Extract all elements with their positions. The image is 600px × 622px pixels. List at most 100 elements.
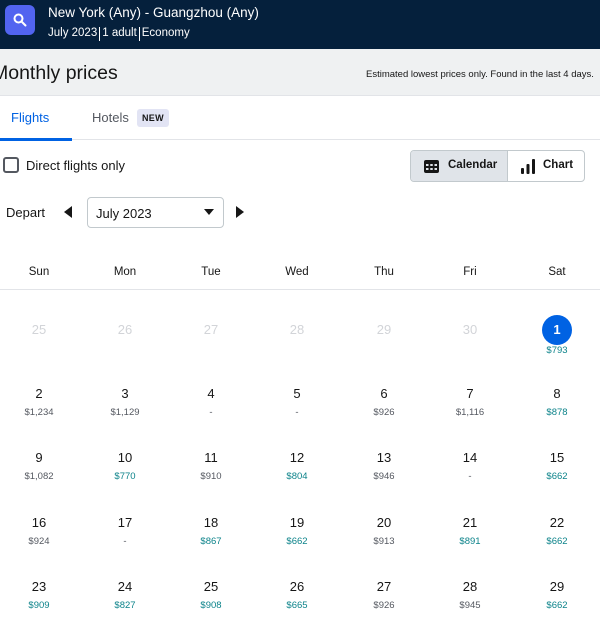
day-number: 11 — [204, 450, 218, 465]
next-month-button[interactable] — [235, 205, 245, 224]
day-number: 10 — [117, 450, 133, 465]
day-number: 16 — [31, 515, 47, 530]
day-price: $1,129 — [110, 407, 140, 418]
day-price: $804 — [286, 471, 308, 482]
calendar-day[interactable]: 27 $926 — [349, 578, 419, 622]
day-price: $924 — [28, 536, 50, 547]
day-number: 4 — [207, 386, 215, 401]
day-number: 24 — [117, 579, 133, 594]
calendar-day[interactable]: 10 $770 — [90, 449, 160, 499]
calendar-day[interactable]: 23 $909 — [4, 578, 74, 622]
divider — [99, 27, 101, 41]
search-button[interactable] — [5, 5, 35, 35]
day-number: 1 — [542, 315, 572, 345]
route-summary[interactable]: New York (Any) - Guangzhou (Any) — [48, 5, 259, 20]
day-number: 21 — [462, 515, 478, 530]
calendar-day[interactable]: 11 $910 — [176, 449, 246, 499]
depart-label: Depart — [6, 205, 46, 220]
day-number: 20 — [376, 515, 392, 530]
calendar-day[interactable]: 25 $908 — [176, 578, 246, 622]
day-number: 25 — [203, 579, 219, 594]
tab-flights[interactable]: Flights — [0, 96, 72, 141]
weekday-sun: Sun — [28, 266, 50, 278]
chart-view-button[interactable]: Chart — [508, 151, 584, 181]
calendar-day[interactable]: 14 - — [435, 449, 505, 499]
calendar-day[interactable]: 29 $662 — [522, 578, 592, 622]
page-title: Monthly prices — [0, 62, 118, 84]
day-number: 29 — [549, 579, 565, 594]
month-select[interactable]: July 2023 — [87, 197, 224, 228]
day-number: 12 — [289, 450, 305, 465]
calendar-day[interactable]: 20 $913 — [349, 514, 419, 564]
title-bar: Monthly prices Estimated lowest prices o… — [0, 49, 600, 96]
day-number: 7 — [466, 386, 474, 401]
previous-month-button[interactable] — [63, 205, 73, 224]
day-price: - — [295, 407, 299, 418]
calendar-day[interactable]: 3 $1,129 — [90, 385, 160, 435]
search-summary-bar: New York (Any) - Guangzhou (Any) July 20… — [0, 0, 600, 49]
day-number: 14 — [462, 450, 478, 465]
calendar-view-button[interactable]: Calendar — [411, 151, 508, 181]
tab-hotels[interactable]: Hotels — [92, 110, 129, 125]
weekday-tue: Tue — [201, 266, 221, 278]
day-price: - — [468, 471, 472, 482]
calendar-day[interactable]: 28 $945 — [435, 578, 505, 622]
day-price: $910 — [200, 471, 222, 482]
day-price: $926 — [373, 600, 395, 611]
day-number: 28 — [289, 322, 305, 337]
day-number: 22 — [549, 515, 565, 530]
direct-flights-checkbox[interactable] — [3, 157, 19, 173]
calendar-day[interactable]: 19 $662 — [262, 514, 332, 564]
calendar-day[interactable]: 6 $926 — [349, 385, 419, 435]
bar-chart-icon — [521, 159, 535, 174]
calendar-day[interactable]: 8 $878 — [522, 385, 592, 435]
price-notice: Estimated lowest prices only. Found in t… — [366, 69, 594, 80]
day-price: $662 — [286, 536, 308, 547]
calendar-day[interactable]: 26 $665 — [262, 578, 332, 622]
direct-flights-label[interactable]: Direct flights only — [26, 158, 125, 173]
calendar-day-outside-month: 28 — [262, 321, 332, 371]
day-number: 17 — [117, 515, 133, 530]
cabin-class: Economy — [141, 27, 190, 39]
calendar-day[interactable]: 7 $1,116 — [435, 385, 505, 435]
day-number: 26 — [117, 322, 133, 337]
day-price: $793 — [546, 345, 568, 356]
weekday-fri: Fri — [463, 266, 477, 278]
day-price: $909 — [28, 600, 50, 611]
day-price: $662 — [546, 600, 568, 611]
day-number: 30 — [462, 322, 478, 337]
day-number: 9 — [35, 450, 43, 465]
tab-bar: Flights Hotels — [0, 96, 600, 141]
calendar-day[interactable]: 17 - — [90, 514, 160, 564]
weekday-sat: Sat — [548, 266, 566, 278]
calendar-day[interactable]: 5- — [262, 385, 332, 435]
calendar-day[interactable]: 4- — [176, 385, 246, 435]
calendar-day[interactable]: 16 $924 — [4, 514, 74, 564]
calendar-day-outside-month: 27 — [176, 321, 246, 371]
calendar-day[interactable]: 9 $1,082 — [4, 449, 74, 499]
calendar-day[interactable]: 2 $1,234 — [4, 385, 74, 435]
calendar-day[interactable]: 22 $662 — [522, 514, 592, 564]
day-price: $926 — [373, 407, 395, 418]
day-price: $891 — [459, 536, 481, 547]
calendar-day[interactable]: 18 $867 — [176, 514, 246, 564]
month-select-value: July 2023 — [96, 206, 152, 221]
triangle-right-icon — [236, 206, 244, 218]
day-number: 3 — [121, 386, 129, 401]
day-price: $1,082 — [24, 471, 54, 482]
calendar-day[interactable]: 15 $662 — [522, 449, 592, 499]
day-number: 8 — [553, 386, 561, 401]
divider — [138, 27, 140, 41]
calendar-day[interactable]: 12 $804 — [262, 449, 332, 499]
day-price: $1,116 — [455, 407, 485, 418]
day-number: 29 — [376, 322, 392, 337]
new-badge: NEW — [137, 109, 169, 127]
day-number: 15 — [549, 450, 565, 465]
tab-flights-label: Flights — [11, 110, 50, 125]
calendar-day[interactable]: 1 $793 — [522, 315, 592, 371]
calendar-day[interactable]: 13 $946 — [349, 449, 419, 499]
calendar-icon — [424, 160, 439, 173]
calendar-day[interactable]: 24 $827 — [90, 578, 160, 622]
day-number: 18 — [203, 515, 219, 530]
calendar-day[interactable]: 21 $891 — [435, 514, 505, 564]
